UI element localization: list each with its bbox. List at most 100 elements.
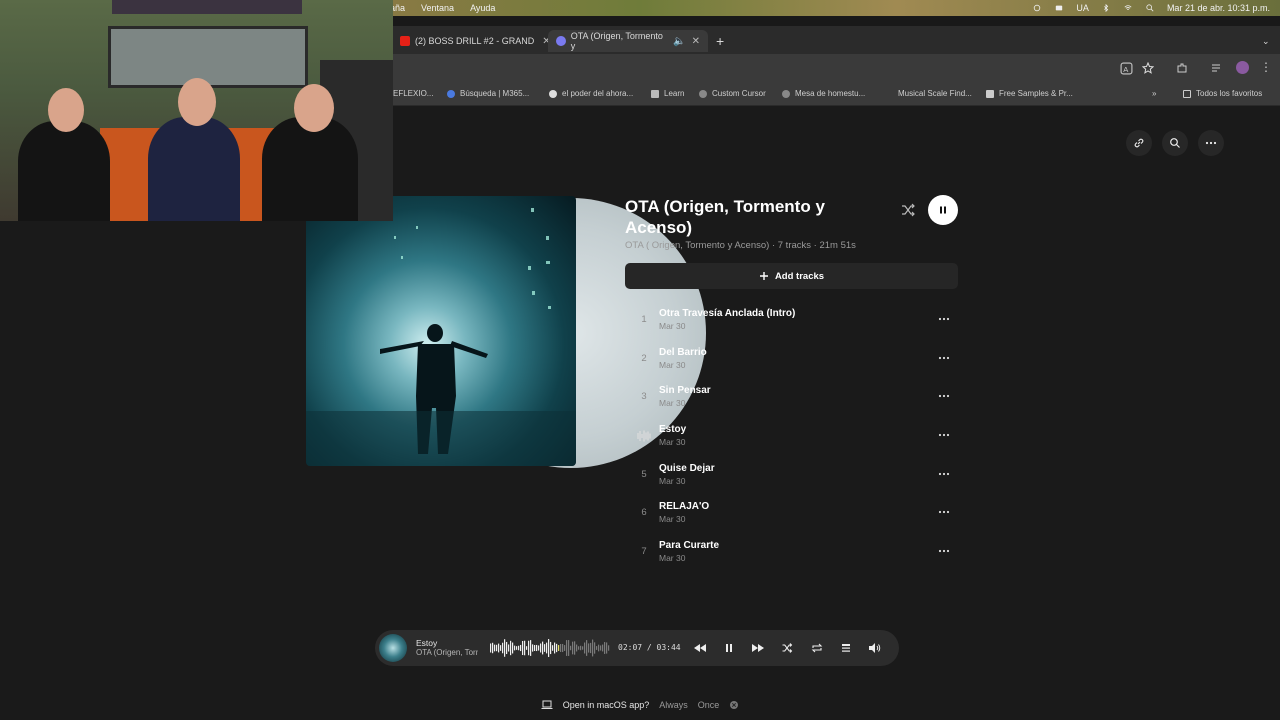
bookmark-folder-all[interactable]: Todos los favoritos xyxy=(1183,89,1262,98)
ellipsis-icon xyxy=(938,317,950,321)
waveform-bar xyxy=(524,640,526,656)
close-icon[interactable]: ✕ xyxy=(692,36,700,47)
track-title: Estoy xyxy=(659,424,687,436)
open-in-app-prompt: Open in macOS app? xyxy=(562,700,650,710)
bookmark[interactable]: EFLEXIO... xyxy=(393,89,433,98)
shuffle-icon[interactable] xyxy=(900,202,916,218)
profile-avatar[interactable] xyxy=(1236,61,1249,74)
player-shuffle-button[interactable] xyxy=(779,640,795,656)
track-row[interactable]: Estoy Mar 30 xyxy=(625,417,958,456)
track-row[interactable]: 6 RELAJA'O Mar 30 xyxy=(625,494,958,533)
next-button[interactable] xyxy=(750,640,766,656)
now-playing-title[interactable]: Estoy xyxy=(416,638,437,648)
kebab-menu-icon[interactable]: ⋮ xyxy=(1260,60,1272,74)
more-bookmarks-button[interactable]: » xyxy=(1152,89,1156,98)
bookmark[interactable]: el poder del ahora... xyxy=(549,89,633,98)
track-row[interactable]: 1 Otra Travesía Anclada (Intro) Mar 30 xyxy=(625,301,958,340)
star-icon[interactable] xyxy=(1142,62,1154,74)
tab-youtube[interactable]: (2) BOSS DRILL #2 - GRAND ✕ xyxy=(392,30,559,52)
track-more-button[interactable] xyxy=(938,506,950,521)
bookmark[interactable]: Free Samples & Pr... xyxy=(986,89,1073,98)
track-title: Para Curarte xyxy=(659,540,720,552)
copy-link-button[interactable] xyxy=(1126,130,1152,156)
track-more-button[interactable] xyxy=(938,352,950,367)
waveform-bar xyxy=(576,644,578,652)
track-title: Quise Dejar xyxy=(659,462,715,474)
track-number: 7 xyxy=(641,546,647,558)
player-bar: Estoy OTA (Origen, Tormento y Acenso) 02… xyxy=(375,630,899,666)
bookmark[interactable]: Búsqueda | M365... xyxy=(447,89,529,98)
track-title: Otra Travesía Anclada (Intro) xyxy=(659,308,796,319)
input-source[interactable]: UA xyxy=(1076,3,1089,13)
search-button[interactable] xyxy=(1162,130,1188,156)
bookmark[interactable]: Learn xyxy=(651,89,684,98)
bookmark-label: Musical Scale Find... xyxy=(898,89,972,98)
waveform-bar xyxy=(584,642,586,654)
bookmark[interactable]: Musical Scale Find... xyxy=(898,89,972,98)
album-cover[interactable] xyxy=(306,196,576,466)
track-date: Mar 30 xyxy=(659,514,686,525)
waveform-bar xyxy=(570,645,572,651)
previous-button[interactable] xyxy=(692,640,708,656)
waveform-bar xyxy=(580,645,582,651)
bookmark-label: Todos los favoritos xyxy=(1196,89,1263,98)
waveform-bar xyxy=(534,645,536,651)
media-controls-icon[interactable] xyxy=(1210,62,1222,74)
waveform-bar xyxy=(572,641,574,655)
ellipsis-icon xyxy=(938,356,950,359)
once-button[interactable]: Once xyxy=(698,700,720,710)
bookmark[interactable]: Custom Cursor xyxy=(699,89,766,98)
bookmark[interactable]: Mesa de homestu... xyxy=(782,89,865,98)
waveform-bar xyxy=(516,646,518,650)
album-title: OTA (Origen, Tormento y Acenso) xyxy=(625,197,825,237)
track-row[interactable]: 5 Quise Dejar Mar 30 xyxy=(625,456,958,495)
translate-icon[interactable]: A xyxy=(1120,62,1133,75)
google-icon xyxy=(549,89,557,98)
clock[interactable]: Mar 21 de abr. 10:31 p.m. xyxy=(1167,3,1270,13)
bluetooth-icon[interactable] xyxy=(1101,4,1111,12)
always-button[interactable]: Always xyxy=(659,700,688,710)
menu-item-ventana[interactable]: Ventana xyxy=(421,3,454,13)
bookmark-label: Búsqueda | M365... xyxy=(460,89,530,98)
track-more-button[interactable] xyxy=(938,390,950,405)
repeat-button[interactable] xyxy=(809,640,825,656)
cover-artwork xyxy=(306,208,576,466)
control-icon[interactable] xyxy=(1054,4,1064,12)
volume-button[interactable] xyxy=(867,640,883,656)
bookmark-icon xyxy=(651,89,659,98)
track-row[interactable]: 2 Del Barrio Mar 30 xyxy=(625,340,958,379)
menu-item-ayuda[interactable]: Ayuda xyxy=(470,3,495,13)
new-tab-button[interactable]: + xyxy=(708,30,732,52)
more-options-button[interactable] xyxy=(1198,130,1224,156)
track-more-button[interactable] xyxy=(938,429,950,444)
ellipsis-icon xyxy=(1205,141,1217,145)
track-more-button[interactable] xyxy=(938,545,950,560)
track-date: Mar 30 xyxy=(659,359,686,370)
waveform-bar xyxy=(598,644,600,652)
ellipsis-icon xyxy=(938,472,950,475)
shelf xyxy=(112,0,302,14)
add-tracks-button[interactable]: Add tracks xyxy=(625,263,958,289)
now-playing-art[interactable] xyxy=(379,634,407,662)
progress-waveform[interactable] xyxy=(490,636,610,660)
track-row[interactable]: 3 Sin Pensar Mar 30 xyxy=(625,378,958,417)
tab-list-button[interactable]: ⌄ xyxy=(1254,30,1278,52)
record-icon[interactable] xyxy=(1032,4,1042,12)
track-number: 5 xyxy=(641,468,647,480)
search-icon[interactable] xyxy=(1145,4,1155,12)
speaker-icon[interactable]: 🔈 xyxy=(673,36,685,47)
waveform-bar xyxy=(568,640,570,656)
track-number: 1 xyxy=(641,314,647,325)
close-icon[interactable] xyxy=(729,700,739,710)
repeat-icon xyxy=(811,643,823,653)
wifi-icon[interactable] xyxy=(1123,4,1133,12)
player-pause-button[interactable] xyxy=(721,640,737,656)
track-row[interactable]: 7 Para Curarte Mar 30 xyxy=(625,533,958,572)
extensions-icon[interactable] xyxy=(1176,62,1188,74)
track-more-button[interactable] xyxy=(938,468,950,483)
queue-button[interactable] xyxy=(838,640,854,656)
track-more-button[interactable] xyxy=(938,313,950,328)
now-playing-album[interactable]: OTA (Origen, Tormento y Acenso) xyxy=(416,648,478,657)
tab-ota[interactable]: OTA (Origen, Tormento y 🔈 ✕ xyxy=(548,30,708,52)
pause-button[interactable] xyxy=(928,195,958,225)
